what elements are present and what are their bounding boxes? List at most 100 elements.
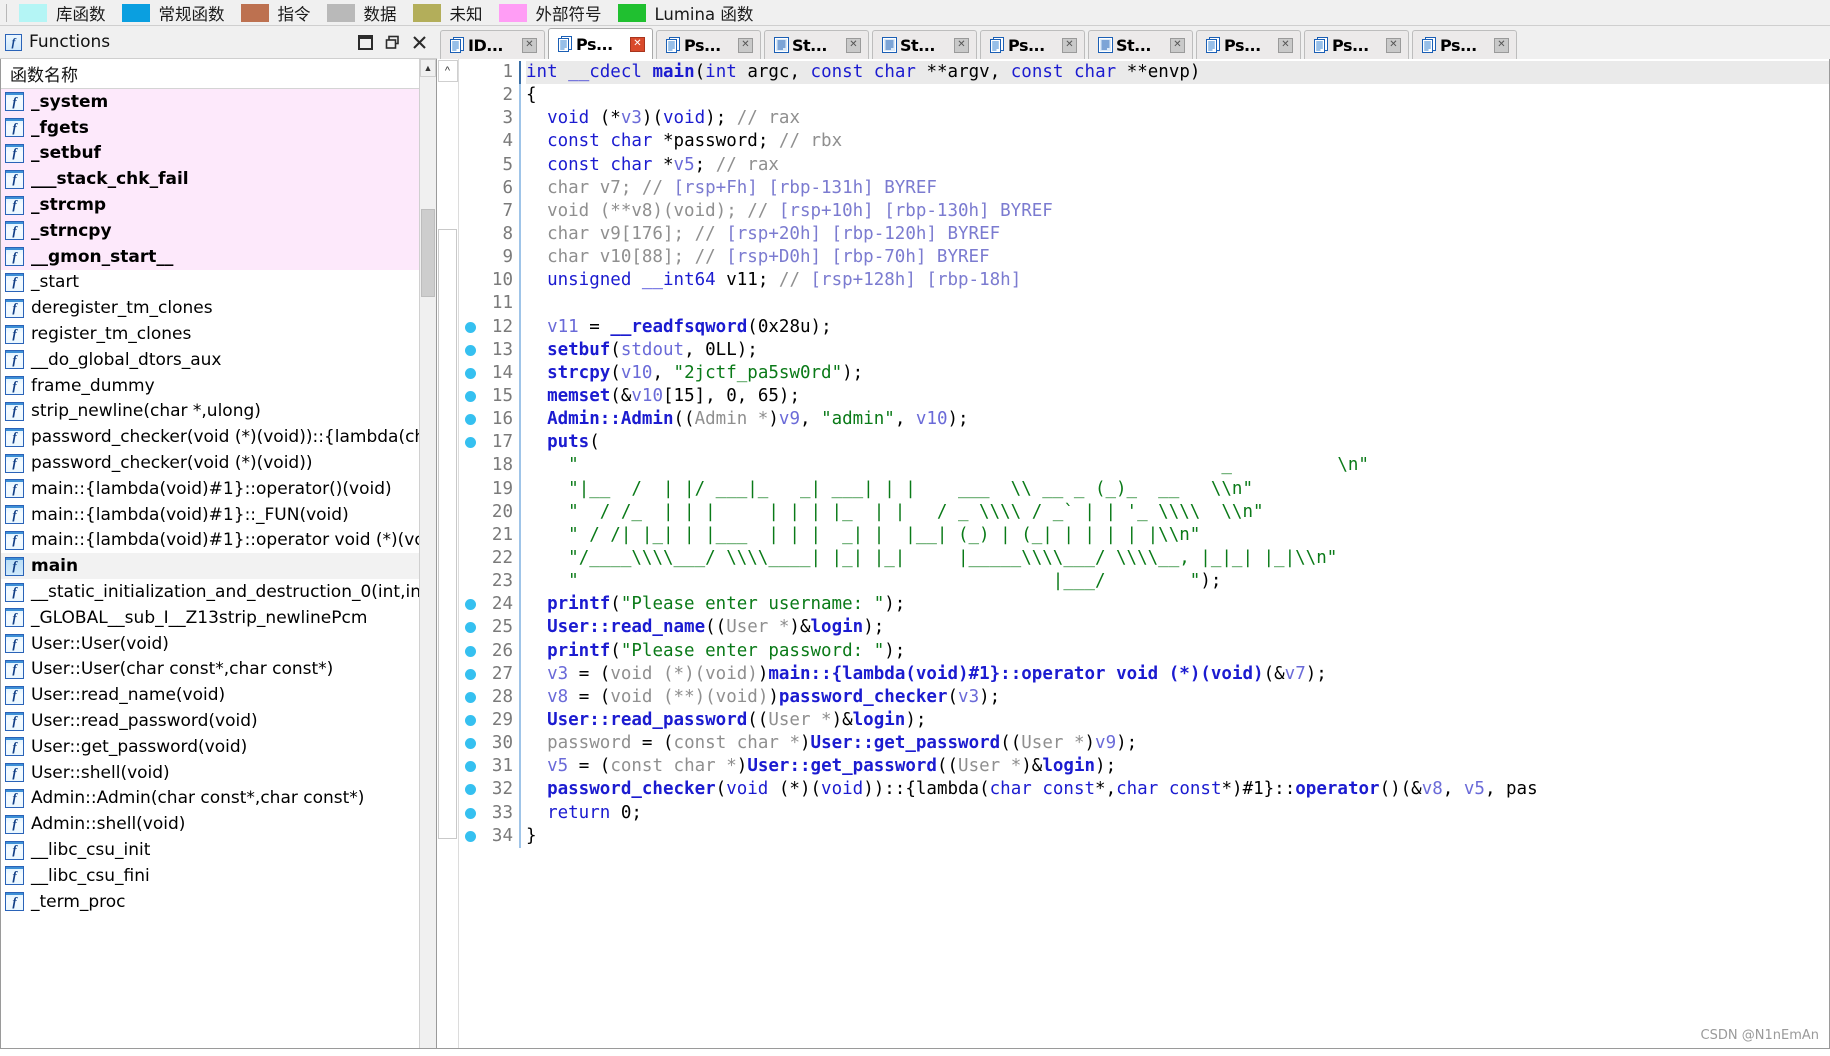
function-list-item[interactable]: f __do_global_dtors_aux <box>1 347 436 373</box>
function-list-item[interactable]: f _start <box>1 270 436 296</box>
breakpoint-dot-icon[interactable] <box>464 437 476 449</box>
code-line-text[interactable]: " |___/ "); <box>526 570 1829 593</box>
line-marker-gutter[interactable] <box>459 761 481 773</box>
pseudocode-line[interactable]: 4 const char *password; // rbx <box>459 130 1829 154</box>
pseudocode-line[interactable]: 5 const char *v5; // rax <box>459 153 1829 177</box>
code-line-text[interactable]: " / /| |_| | |___ | | | _| | |__| (_) | … <box>526 524 1829 547</box>
close-icon[interactable] <box>412 35 427 50</box>
functions-list[interactable]: f _system f _fgets f _setbuf f ___stack_chk_fai… <box>1 89 436 1048</box>
breakpoint-dot-icon[interactable] <box>464 715 476 726</box>
maximize-button[interactable] <box>358 34 373 50</box>
code-line-text[interactable]: setbuf(stdout, 0LL); <box>526 339 1829 362</box>
line-marker-gutter[interactable] <box>459 645 481 657</box>
function-list-item[interactable]: f password_checker(void (*)(void)) <box>1 450 436 476</box>
breakpoint-dot-icon[interactable] <box>464 645 476 657</box>
line-marker-gutter[interactable] <box>459 391 481 403</box>
functions-scrollbar[interactable]: ▲ <box>419 59 436 1048</box>
code-line-text[interactable]: const char *v5; // rax <box>526 154 1829 177</box>
pseudocode-line[interactable]: 8 char v9[176]; // [rsp+20h] [rbp-120h] … <box>459 222 1829 247</box>
pseudocode-line[interactable]: 33 return 0; <box>459 801 1829 825</box>
function-list-item[interactable]: f main <box>1 553 436 580</box>
code-line-text[interactable]: v8 = (void (**)(void))password_checker(v… <box>526 686 1829 709</box>
pseudocode-line[interactable]: 32 password_checker(void (*)(void))::{la… <box>459 778 1829 802</box>
breakpoint-dot-icon[interactable] <box>464 738 476 750</box>
tab-close-icon[interactable]: ✕ <box>1170 37 1185 53</box>
code-line-text[interactable]: Admin::Admin((Admin *)v9, "admin", v10); <box>526 408 1829 431</box>
tab-close-icon[interactable]: ✕ <box>846 37 861 53</box>
code-line-text[interactable]: " / /_ | | | | | | |_ | | / _ \\\\ / _` … <box>526 501 1829 524</box>
code-line-text[interactable]: "|__ / | |/ ___|_ _| ___| | | ___ \\ __ … <box>526 478 1829 501</box>
code-line-text[interactable]: unsigned __int64 v11; // [rsp+128h] [rbp… <box>526 269 1829 292</box>
function-list-item[interactable]: f _fgets <box>1 114 436 141</box>
line-marker-gutter[interactable] <box>459 414 481 426</box>
function-list-item[interactable]: f _term_proc <box>1 889 436 915</box>
tab-0-ID[interactable]: ID... ✕ <box>440 30 545 59</box>
function-list-item[interactable]: f __gmon_start__ <box>1 243 436 270</box>
pseudocode-line[interactable]: 25 User::read_name((User *)&login); <box>459 616 1829 640</box>
line-marker-gutter[interactable] <box>459 807 481 819</box>
tab-close-icon[interactable]: ✕ <box>522 37 537 53</box>
pseudocode-line[interactable]: 22 "/____\\\\___/ \\\\____| |_| |_| |___… <box>459 546 1829 571</box>
code-line-text[interactable]: v11 = __readfsqword(0x28u); <box>526 316 1829 339</box>
code-line-text[interactable]: printf("Please enter username: "); <box>526 593 1829 616</box>
code-line-text[interactable]: puts( <box>526 431 1829 454</box>
pseudocode-line[interactable]: 6 char v7; // [rsp+Fh] [rbp-131h] BYREF <box>459 176 1829 200</box>
pseudocode-line[interactable]: 15 memset(&v10[15], 0, 65); <box>459 384 1829 409</box>
pseudocode-line[interactable]: 11 <box>459 292 1829 316</box>
code-line-text[interactable]: char v7; // [rsp+Fh] [rbp-131h] BYREF <box>526 177 1829 200</box>
tab-9-Ps[interactable]: Ps... ✕ <box>1412 30 1517 59</box>
line-marker-gutter[interactable] <box>459 622 481 634</box>
line-marker-gutter[interactable] <box>459 599 481 611</box>
tab-3-St[interactable]: St... ✕ <box>764 30 869 59</box>
code-line-text[interactable]: v3 = (void (*)(void))main::{lambda(void)… <box>526 663 1829 686</box>
tab-close-icon[interactable]: ✕ <box>1386 37 1401 53</box>
code-line-text[interactable]: void (*v3)(void); // rax <box>526 107 1829 130</box>
pseudocode-line[interactable]: 12 v11 = __readfsqword(0x28u); <box>459 315 1829 339</box>
tab-close-icon[interactable]: ✕ <box>1278 37 1293 53</box>
pseudocode-line[interactable]: 2{ <box>459 84 1829 108</box>
code-line-text[interactable]: User::read_password((User *)&login); <box>526 709 1829 732</box>
tab-8-Ps[interactable]: Ps... ✕ <box>1304 30 1409 59</box>
tab-close-icon[interactable]: ✕ <box>630 36 645 52</box>
function-list-item[interactable]: f _strncpy <box>1 217 436 244</box>
function-list-item[interactable]: f strip_newline(char *,ulong) <box>1 399 436 425</box>
line-marker-gutter[interactable] <box>459 691 481 703</box>
tab-4-St[interactable]: St... ✕ <box>872 30 977 59</box>
pseudocode-line[interactable]: 14 strcpy(v10, "2jctf_pa5sw0rd"); <box>459 361 1829 385</box>
tab-close-icon[interactable]: ✕ <box>1062 37 1077 53</box>
function-list-item[interactable]: f User::read_password(void) <box>1 708 436 734</box>
function-list-item[interactable]: f _GLOBAL__sub_I__Z13strip_newlinePcm <box>1 605 436 631</box>
scroll-up-icon[interactable]: ▲ <box>420 59 436 77</box>
tab-5-Ps[interactable]: Ps... ✕ <box>980 30 1085 59</box>
pseudocode-line[interactable]: 29 User::read_password((User *)&login); <box>459 708 1829 733</box>
pseudocode-line[interactable]: 17 puts( <box>459 431 1829 455</box>
tab-close-icon[interactable]: ✕ <box>738 37 753 53</box>
editor-tab-bar[interactable]: ID... ✕ Ps... ✕ Ps... ✕ St... ✕ St... ✕ Ps... ✕ St..… <box>437 26 1830 59</box>
scroll-up-icon[interactable]: ^ <box>437 60 458 82</box>
function-list-item[interactable]: f password_checker(void (*)(void))::{lamb… <box>1 424 436 450</box>
pseudocode-line[interactable]: 3 void (*v3)(void); // rax <box>459 107 1829 131</box>
pseudocode-line[interactable]: 1 int __cdecl main(int argc, const char *… <box>459 61 1829 85</box>
code-line-text[interactable]: { <box>526 84 1829 107</box>
breakpoint-dot-icon[interactable] <box>464 691 476 703</box>
function-list-item[interactable]: f main::{lambda(void)#1}::_FUN(void) <box>1 502 436 528</box>
breakpoint-dot-icon[interactable] <box>464 321 476 333</box>
code-line-text[interactable]: int __cdecl main(int argc, const char **… <box>526 61 1829 85</box>
tab-6-St[interactable]: St... ✕ <box>1088 30 1193 59</box>
pseudocode-text[interactable]: 1 int __cdecl main(int argc, const char *… <box>459 59 1829 1048</box>
code-line-text[interactable]: " _ \n" <box>526 454 1829 477</box>
line-marker-gutter[interactable] <box>459 437 481 449</box>
function-list-item[interactable]: f __libc_csu_init <box>1 837 436 863</box>
function-list-item[interactable]: f Admin::shell(void) <box>1 811 436 837</box>
functions-column-header[interactable]: 函数名称 <box>1 59 436 89</box>
line-marker-gutter[interactable] <box>459 321 481 333</box>
function-list-item[interactable]: f Admin::Admin(char const*,char const*) <box>1 786 436 812</box>
function-list-item[interactable]: f __static_initialization_and_destruction… <box>1 579 436 605</box>
pseudocode-line[interactable]: 9 char v10[88]; // [rsp+D0h] [rbp-70h] B… <box>459 246 1829 270</box>
line-marker-gutter[interactable] <box>459 830 481 842</box>
pseudocode-scrollbar[interactable]: ^ <box>437 59 459 1048</box>
code-line-text[interactable]: printf("Please enter password: "); <box>526 640 1829 663</box>
breakpoint-dot-icon[interactable] <box>464 391 476 403</box>
code-line-text[interactable]: return 0; <box>526 802 1829 825</box>
function-list-item[interactable]: f User::get_password(void) <box>1 734 436 760</box>
